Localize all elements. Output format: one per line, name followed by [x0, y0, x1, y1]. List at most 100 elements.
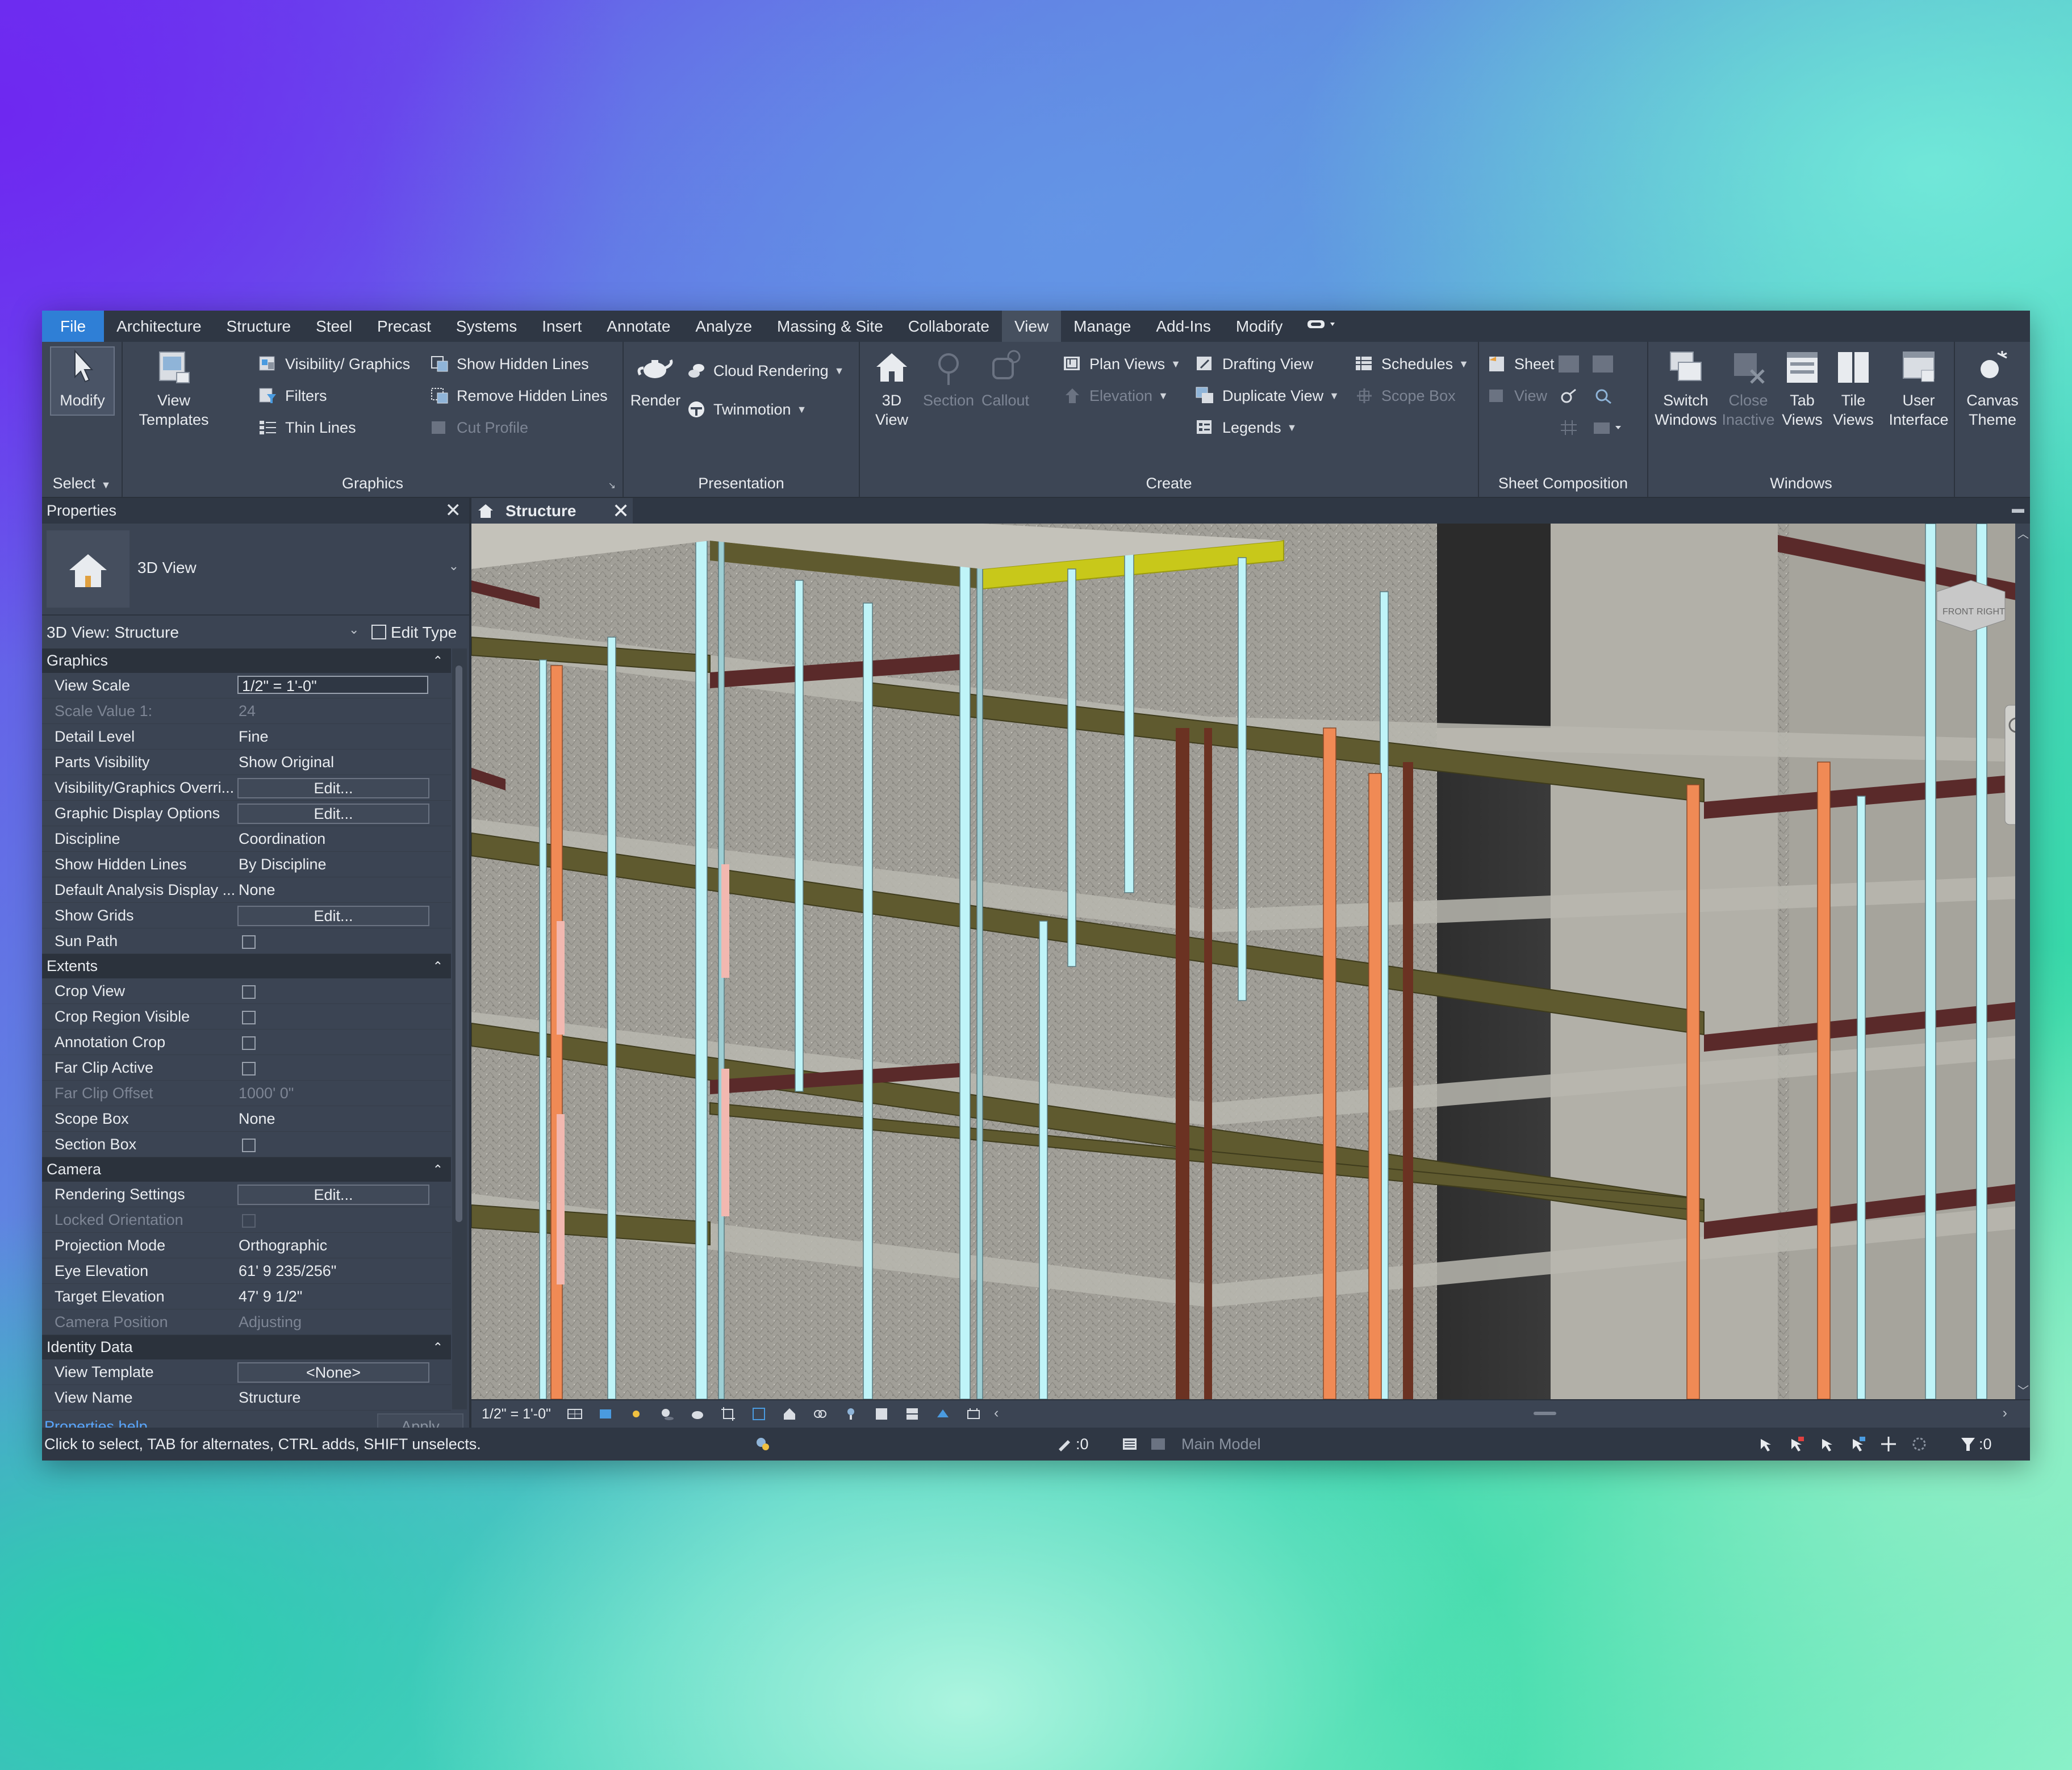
tab-view[interactable]: View	[1001, 311, 1062, 342]
elevation-button[interactable]: Elevation ▼	[1062, 386, 1168, 405]
property-value[interactable]	[237, 1004, 451, 1029]
analytical-model-icon[interactable]	[935, 1406, 951, 1422]
show-hidden-lines-button[interactable]: Show Hidden Lines	[429, 354, 589, 374]
active-model-label[interactable]: Main Model	[1181, 1436, 1261, 1453]
property-group-header[interactable]: Extents ⌃	[42, 954, 451, 978]
3d-view-canvas[interactable]: FRONT RIGHT	[471, 524, 2030, 1399]
sun-path-icon[interactable]	[628, 1406, 644, 1422]
title-block-icon[interactable]	[1559, 355, 1579, 373]
scope-box-button[interactable]: Scope Box	[1354, 386, 1456, 405]
editable-only-icon[interactable]	[1056, 1436, 1073, 1453]
tab-precast[interactable]: Precast	[365, 311, 444, 342]
tab-collaborate[interactable]: Collaborate	[896, 311, 1002, 342]
property-checkbox[interactable]	[242, 985, 256, 999]
property-value[interactable]: <None>	[237, 1359, 451, 1384]
unlocked-3d-view-icon[interactable]	[782, 1406, 797, 1422]
collapse-icon[interactable]: ⌃	[433, 1157, 443, 1182]
cut-profile-button[interactable]: Cut Profile	[429, 418, 528, 437]
property-value[interactable]	[237, 978, 451, 1003]
property-value[interactable]: Orthographic	[237, 1233, 451, 1258]
property-checkbox[interactable]	[242, 1036, 256, 1050]
tab-steel[interactable]: Steel	[303, 311, 365, 342]
property-edit-button[interactable]: Edit...	[237, 1185, 429, 1205]
render-button[interactable]: Render	[627, 348, 684, 410]
drafting-view-button[interactable]: Drafting View	[1195, 354, 1313, 374]
property-value[interactable]: Edit...	[237, 903, 451, 928]
property-value[interactable]	[237, 1132, 451, 1157]
property-edit-button[interactable]: Edit...	[237, 804, 429, 824]
tab-systems[interactable]: Systems	[444, 311, 529, 342]
property-value[interactable]: 47' 9 1/2"	[237, 1284, 451, 1309]
tab-views-button[interactable]: Tab Views	[1777, 348, 1828, 429]
crop-view-icon[interactable]	[720, 1406, 736, 1422]
filters-button[interactable]: Filters	[258, 386, 327, 405]
property-checkbox[interactable]	[242, 1011, 256, 1024]
guide-grid-icon[interactable]	[1559, 387, 1579, 404]
highlight-displacement-icon[interactable]	[966, 1406, 981, 1422]
tab-menu-icon[interactable]: ▬	[2012, 501, 2024, 516]
tab-add-ins[interactable]: Add-Ins	[1143, 311, 1223, 342]
property-value[interactable]: Show Original	[237, 750, 451, 775]
place-view-button[interactable]: View	[1487, 386, 1547, 405]
property-value[interactable]: Structure	[237, 1385, 451, 1410]
property-checkbox[interactable]	[242, 1139, 256, 1152]
sheet-button[interactable]: Sheet	[1487, 354, 1555, 374]
legends-button[interactable]: Legends ▼	[1195, 418, 1297, 437]
edit-type-button[interactable]: Edit Type	[371, 624, 457, 642]
plan-views-button[interactable]: Plan Views ▼	[1062, 354, 1181, 374]
remove-hidden-lines-button[interactable]: Remove Hidden Lines	[429, 386, 608, 405]
close-inactive-button[interactable]: Close Inactive	[1720, 348, 1777, 429]
property-value[interactable]	[237, 928, 451, 953]
property-value[interactable]: By Discipline	[237, 852, 451, 877]
property-edit-button[interactable]: Edit...	[237, 906, 429, 926]
property-checkbox[interactable]	[242, 935, 256, 949]
matchline-icon[interactable]	[1593, 387, 1613, 404]
property-group-header[interactable]: Camera ⌃	[42, 1157, 451, 1182]
property-value[interactable]	[237, 1055, 451, 1080]
tab-massing-site[interactable]: Massing & Site	[765, 311, 896, 342]
tab-modify[interactable]: Modify	[1223, 311, 1295, 342]
callout-button[interactable]: Callout	[977, 348, 1034, 410]
view-scale-button[interactable]: 1/2" = 1'-0"	[482, 1406, 551, 1422]
view-reference-icon[interactable]	[1559, 419, 1579, 436]
user-interface-button[interactable]: User Interface	[1885, 348, 1953, 429]
revisions-icon[interactable]	[1593, 355, 1613, 373]
design-options-icon[interactable]	[904, 1406, 920, 1422]
tab-structure-view[interactable]: Structure ✕	[471, 498, 633, 524]
properties-scrollbar[interactable]	[452, 648, 467, 1409]
model-selector-icon[interactable]	[1150, 1436, 1167, 1453]
tab-file[interactable]: File	[42, 311, 105, 342]
duplicate-view-button[interactable]: Duplicate View ▼	[1195, 386, 1339, 405]
property-value[interactable]: Edit...	[237, 801, 451, 826]
viewports-icon[interactable]	[1593, 419, 1624, 436]
tab-structure[interactable]: Structure	[214, 311, 304, 342]
scroll-down-icon[interactable]: ﹀	[2017, 1382, 2029, 1398]
visibility-graphics-button[interactable]: Visibility/ Graphics	[258, 354, 410, 374]
property-value[interactable]: Edit...	[237, 775, 451, 800]
section-button[interactable]: Section	[920, 348, 977, 410]
property-edit-button[interactable]: <None>	[237, 1362, 429, 1383]
modify-button[interactable]: Modify	[50, 346, 115, 416]
canvas-horizontal-scrollbar[interactable]	[1039, 1400, 2022, 1428]
close-icon[interactable]: ✕	[612, 498, 629, 524]
schedules-button[interactable]: Schedules ▼	[1354, 354, 1469, 374]
select-pinned-icon[interactable]	[1819, 1436, 1836, 1453]
scrollbar-thumb[interactable]	[456, 666, 462, 1222]
worksets-icon[interactable]	[754, 1436, 771, 1453]
scroll-up-icon[interactable]: ︿	[2017, 525, 2029, 541]
property-value[interactable]: Edit...	[237, 1182, 451, 1207]
twinmotion-button[interactable]: Twinmotion ▼	[686, 400, 807, 419]
select-dropdown[interactable]: Select ▼	[42, 475, 122, 492]
select-underlay-icon[interactable]	[1788, 1436, 1805, 1453]
tab-annotate[interactable]: Annotate	[594, 311, 683, 342]
3d-view-button[interactable]: 3D View	[863, 348, 920, 429]
filter-icon[interactable]	[1960, 1436, 1977, 1453]
collapse-icon[interactable]: ⌃	[433, 1335, 443, 1359]
collapse-icon[interactable]: ⌃	[433, 648, 443, 673]
thin-lines-button[interactable]: Thin Lines	[258, 418, 356, 437]
tab-architecture[interactable]: Architecture	[104, 311, 214, 342]
property-group-header[interactable]: Graphics ⌃	[42, 648, 451, 673]
property-value[interactable]: 61' 9 235/256"	[237, 1258, 451, 1283]
select-links-icon[interactable]	[1757, 1436, 1774, 1453]
property-value[interactable]: None	[237, 877, 451, 902]
